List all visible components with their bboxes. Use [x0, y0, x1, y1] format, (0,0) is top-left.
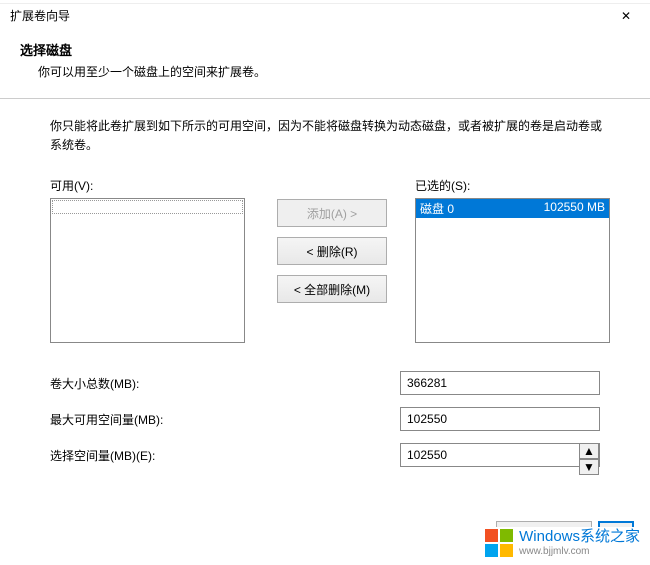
- total-size-value-box: 366281: [400, 371, 600, 395]
- max-space-label: 最大可用空间量(MB):: [50, 411, 400, 428]
- spinner-up-button[interactable]: ▲: [579, 443, 599, 459]
- add-button[interactable]: 添加(A) >: [277, 199, 387, 227]
- available-listbox[interactable]: [50, 198, 245, 343]
- selected-column: 已选的(S): 磁盘 0 102550 MB: [415, 177, 610, 343]
- remove-button[interactable]: < 删除(R): [277, 237, 387, 265]
- watermark-text: Windows系统之家 www.bjjmlv.com: [519, 529, 640, 557]
- select-space-input[interactable]: 102550 ▲ ▼: [400, 443, 600, 467]
- windows-logo-icon: [485, 529, 513, 557]
- available-focus-rect: [52, 200, 243, 214]
- total-size-label: 卷大小总数(MB):: [50, 375, 400, 392]
- watermark-main: Windows系统之家: [519, 529, 640, 546]
- available-label: 可用(V):: [50, 177, 245, 194]
- close-button[interactable]: ✕: [606, 2, 646, 30]
- chevron-up-icon: ▲: [583, 444, 595, 458]
- page-description: 你可以用至少一个磁盘上的空间来扩展卷。: [20, 63, 630, 80]
- size-fields: 卷大小总数(MB): 366281 最大可用空间量(MB): 102550 选择…: [50, 371, 610, 467]
- max-space-row: 最大可用空间量(MB): 102550: [50, 407, 610, 431]
- spinner-buttons: ▲ ▼: [579, 443, 599, 467]
- disk-selection-row: 可用(V): 添加(A) > < 删除(R) < 全部删除(M) 已选的(S):…: [50, 177, 610, 343]
- select-space-label: 选择空间量(MB)(E):: [50, 447, 400, 464]
- selected-disk-name: 磁盘 0: [420, 200, 454, 217]
- titlebar: 扩展卷向导 ✕: [0, 0, 650, 30]
- selected-disk-size: 102550 MB: [544, 200, 605, 217]
- total-size-value: 366281: [407, 376, 447, 390]
- info-text: 你只能将此卷扩展到如下所示的可用空间，因为不能将磁盘转换为动态磁盘，或者被扩展的…: [50, 117, 610, 155]
- wizard-content: 你只能将此卷扩展到如下所示的可用空间，因为不能将磁盘转换为动态磁盘，或者被扩展的…: [0, 99, 650, 489]
- remove-all-button[interactable]: < 全部删除(M): [277, 275, 387, 303]
- selected-label: 已选的(S):: [415, 177, 610, 194]
- close-icon: ✕: [621, 9, 631, 23]
- window-title: 扩展卷向导: [10, 7, 70, 24]
- select-space-value: 102550: [407, 448, 447, 462]
- selected-disk-item[interactable]: 磁盘 0 102550 MB: [416, 199, 609, 218]
- transfer-buttons: 添加(A) > < 删除(R) < 全部删除(M): [245, 177, 415, 303]
- selected-listbox[interactable]: 磁盘 0 102550 MB: [415, 198, 610, 343]
- background-fragment: [0, 0, 650, 4]
- watermark-sub: www.bjjmlv.com: [519, 546, 640, 557]
- watermark: Windows系统之家 www.bjjmlv.com: [481, 527, 644, 559]
- chevron-down-icon: ▼: [583, 460, 595, 474]
- max-space-value-box: 102550: [400, 407, 600, 431]
- available-column: 可用(V):: [50, 177, 245, 343]
- select-space-row: 选择空间量(MB)(E): 102550 ▲ ▼: [50, 443, 610, 467]
- max-space-value: 102550: [407, 412, 447, 426]
- spinner-down-button[interactable]: ▼: [579, 459, 599, 475]
- page-title: 选择磁盘: [20, 40, 630, 59]
- wizard-header: 选择磁盘 你可以用至少一个磁盘上的空间来扩展卷。: [0, 30, 650, 99]
- total-size-row: 卷大小总数(MB): 366281: [50, 371, 610, 395]
